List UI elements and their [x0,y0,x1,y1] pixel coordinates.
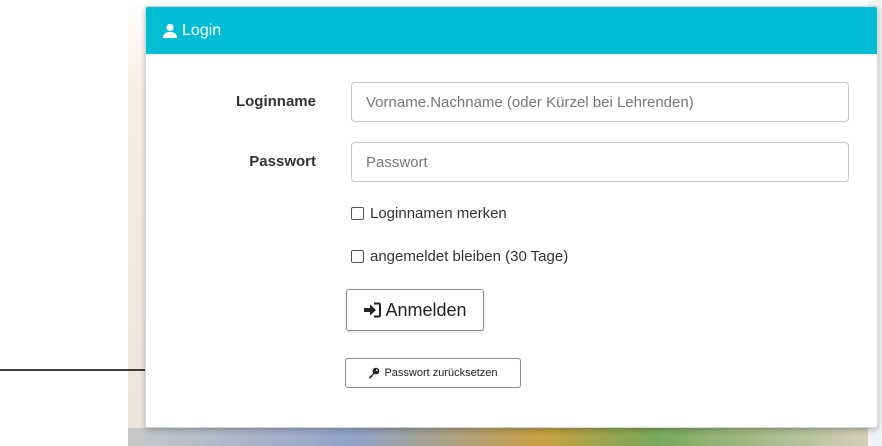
key-icon [368,367,380,379]
password-row: Passwort [146,142,877,182]
remember-name-label[interactable]: Loginnamen merken [370,205,507,222]
login-modal: Login Loginname Passwort Loginnamen merk… [145,6,878,428]
user-icon [162,23,178,39]
remember-name-option[interactable]: Loginnamen merken [351,205,507,222]
remember-name-checkbox[interactable] [351,207,364,220]
modal-header: Login [146,7,877,54]
modal-title: Login [182,21,222,39]
stay-logged-in-option[interactable]: angemeldet bleiben (30 Tage) [351,248,568,265]
stay-logged-in-label[interactable]: angemeldet bleiben (30 Tage) [370,248,568,265]
password-input[interactable] [351,142,849,182]
background-illustration-bottom [128,428,882,446]
loginname-row: Loginname [146,82,877,122]
loginname-input[interactable] [351,82,849,122]
login-button[interactable]: Anmelden [346,289,484,331]
reset-password-label: Passwort zurücksetzen [384,367,498,379]
loginname-label: Loginname [235,93,316,110]
reset-password-button[interactable]: Passwort zurücksetzen [345,358,521,388]
password-label: Passwort [249,153,316,170]
sign-in-icon [363,302,382,318]
page: Login Loginname Passwort Loginnamen merk… [0,0,882,446]
login-button-label: Anmelden [385,299,467,320]
stay-logged-in-checkbox[interactable] [351,250,364,263]
